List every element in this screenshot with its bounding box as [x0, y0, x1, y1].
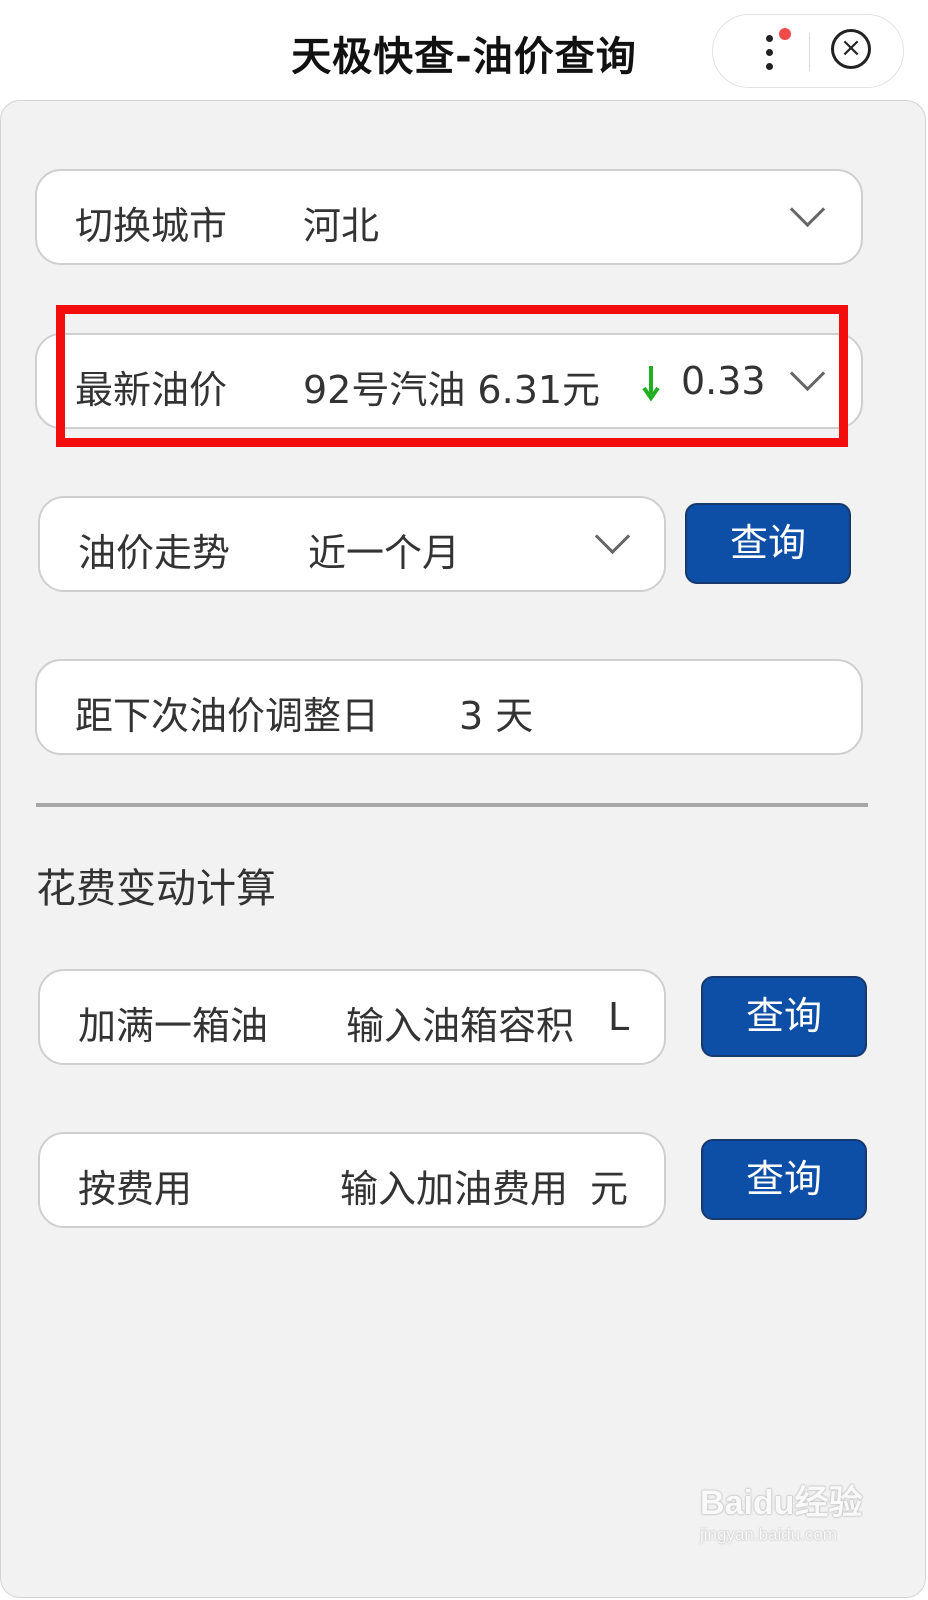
- close-button[interactable]: ×: [831, 29, 871, 69]
- cost-unit: 元: [590, 1167, 629, 1211]
- tank-unit: L: [608, 995, 630, 1039]
- watermark-logo: Baidu经验 jingyan.baidu.com: [700, 1475, 890, 1565]
- trend-value: 近一个月: [308, 531, 461, 575]
- watermark-text: Baidu经验: [700, 1484, 863, 1522]
- trend-selector[interactable]: 油价走势 近一个月: [38, 496, 666, 592]
- full-tank-label: 加满一箱油: [78, 1004, 269, 1048]
- watermark-url: jingyan.baidu.com: [700, 1525, 838, 1544]
- calc-section-title: 花费变动计算: [36, 866, 276, 912]
- next-adjust-value: 3 天: [459, 694, 534, 738]
- trend-query-button[interactable]: 查询: [685, 503, 851, 584]
- by-cost-query-button[interactable]: 查询: [701, 1139, 867, 1220]
- city-label: 切换城市: [75, 204, 228, 248]
- more-dot-icon: [766, 35, 773, 42]
- notification-dot-icon: [779, 28, 791, 40]
- close-icon: ×: [840, 33, 862, 63]
- city-value: 河北: [303, 204, 380, 248]
- title-bar: 天极快查-油价查询 ×: [0, 0, 928, 100]
- cost-input[interactable]: 输入加油费用: [340, 1158, 568, 1213]
- next-adjust-row: 距下次油价调整日 3 天: [35, 659, 863, 755]
- chevron-down-icon: [789, 191, 826, 228]
- chevron-down-icon: [594, 518, 631, 555]
- trend-label: 油价走势: [78, 531, 231, 575]
- highlight-box: [56, 305, 848, 447]
- tank-capacity-input[interactable]: 输入油箱容积: [346, 995, 574, 1050]
- by-cost-label: 按费用: [78, 1167, 193, 1211]
- more-menu-button[interactable]: [743, 25, 797, 79]
- full-tank-row: 加满一箱油 输入油箱容积 L: [38, 969, 666, 1065]
- more-dot-icon: [766, 63, 773, 70]
- more-dot-icon: [766, 49, 773, 56]
- city-selector[interactable]: 切换城市 河北: [35, 169, 863, 265]
- section-divider: [36, 803, 868, 807]
- capsule-divider: [809, 33, 810, 71]
- mini-program-capsule: ×: [712, 14, 904, 88]
- by-cost-row: 按费用 输入加油费用 元: [38, 1132, 666, 1228]
- next-adjust-label: 距下次油价调整日: [75, 694, 380, 738]
- full-tank-query-button[interactable]: 查询: [701, 976, 867, 1057]
